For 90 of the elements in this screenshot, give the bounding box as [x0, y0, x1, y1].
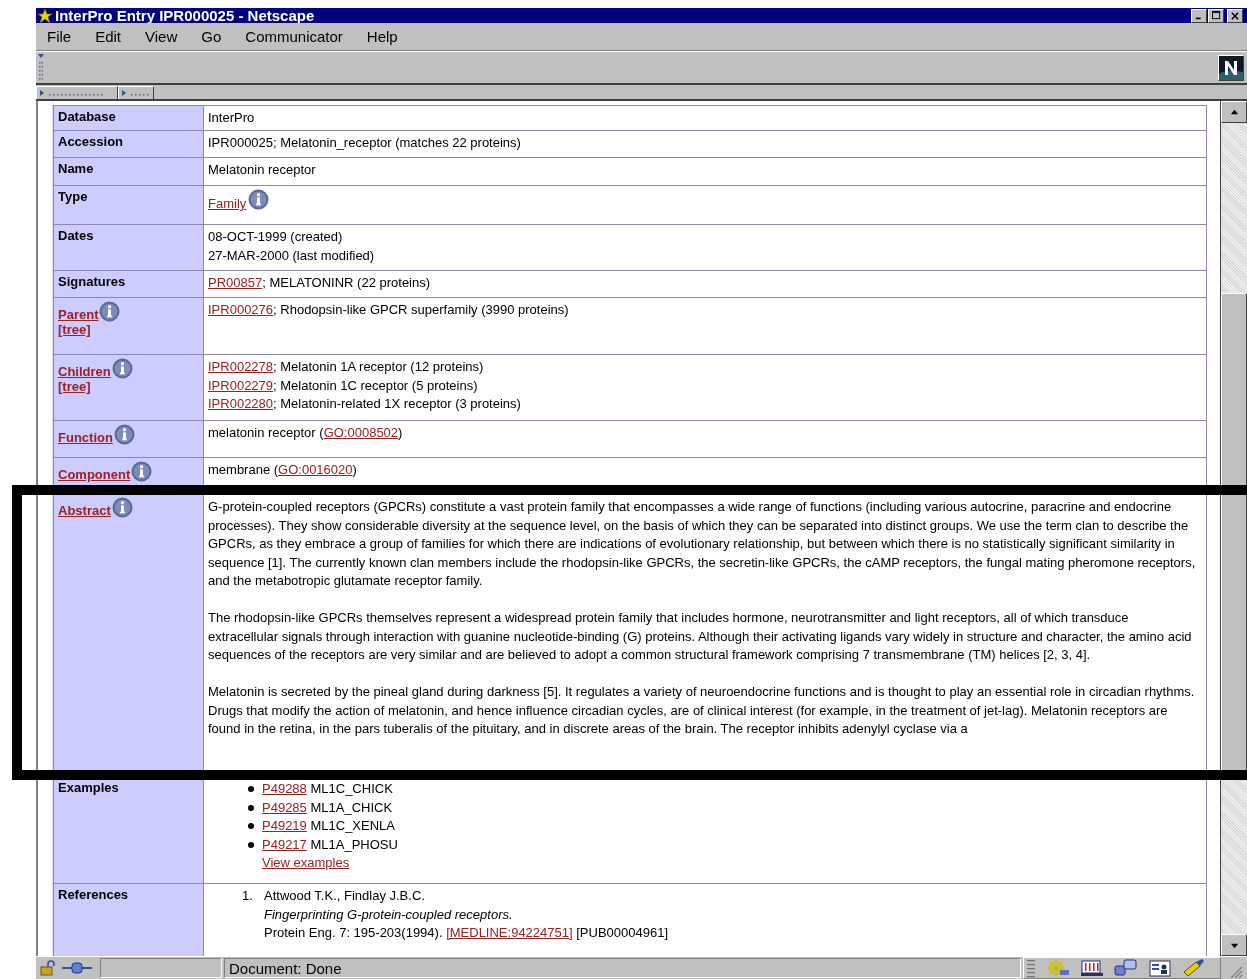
row-label: Accession [58, 134, 124, 149]
bullet-icon [248, 804, 254, 811]
address-card-icon[interactable] [1148, 958, 1172, 978]
close-button[interactable] [1227, 8, 1243, 23]
example-name: ML1A_PHOSU [310, 836, 398, 852]
value-text: ; Melatonin 1C receptor (5 proteins) [273, 377, 478, 393]
label-link[interactable]: Abstract [58, 503, 111, 518]
menu-item[interactable]: View [142, 28, 188, 45]
link[interactable]: GO:0008502 [323, 425, 399, 440]
vertical-scrollbar[interactable] [1220, 101, 1247, 956]
abstract-paragraph: The rhodopsin-like GPCRs themselves represent a widespread protein family that includes hormone, neurotransmitter and light receptors, all of which transduce extracellular signals through interaction with guanine nucleotide-binding (G) proteins. Although their activating ligands vary widely in structure and character, the amino acid sequences of the receptors are very similar and are believed to adopt a common structural framework comprising 7 transmembrane (TM) helices [2, 3, 4]. [208, 609, 1193, 664]
label-link[interactable]: Parent [58, 307, 99, 322]
link[interactable]: GO:0016020 [278, 462, 353, 477]
example-name: ML1C_CHICK [310, 781, 393, 796]
link[interactable]: P49288 [262, 781, 307, 796]
grip-icon[interactable] [1026, 958, 1036, 978]
reference-citation: Protein Eng. 7: 195-203(1994). [264, 925, 443, 940]
view-examples-link[interactable]: View examples [262, 855, 350, 870]
tree-link[interactable]: [tree] [58, 379, 91, 394]
info-icon[interactable] [111, 497, 133, 518]
maximize-button[interactable] [1208, 8, 1224, 23]
abstract-paragraph: Melatonin is secreted by the pineal gland during darkness [5]. It regulates a variety of neuroendocrine functions and is thought to play an essential role in circadian rhythms. Drugs that modify the action of melatonin, and hence influence circadian cycles, are of clinical interest (for example, in the treatment of jet-lag). Melatonin receptors are found in the retina, in the pars tuberalis of the pituitary, and in discrete areas of the brain. The receptor inhibits adenylyl cyclase via a [208, 683, 1196, 738]
toolbar-tab[interactable] [118, 86, 154, 99]
info-icon[interactable] [111, 358, 133, 379]
value-text: ; Melatonin 1A receptor (12 proteins) [273, 359, 484, 374]
value-text: membrane ( [208, 462, 279, 477]
row-label: Signatures [58, 274, 126, 289]
row-label: Examples [58, 780, 119, 795]
grip-icon[interactable] [38, 54, 44, 82]
info-icon[interactable] [113, 424, 135, 445]
scroll-up-button[interactable] [1221, 101, 1247, 123]
link[interactable]: [MEDLINE:94224751] [446, 925, 573, 940]
menu-item[interactable]: Edit [92, 28, 132, 45]
row-label: Dates [58, 228, 94, 243]
resize-grip-icon[interactable] [1229, 965, 1243, 979]
compass-icon[interactable] [1046, 958, 1070, 978]
close-icon [1231, 11, 1239, 20]
value-text: ; MELATONINR (22 proteins) [262, 275, 431, 290]
throbber-logo[interactable] [1218, 55, 1244, 81]
bullet-icon [248, 841, 254, 848]
info-icon[interactable] [248, 189, 270, 210]
chat-icon[interactable] [1114, 958, 1138, 978]
menu-item[interactable]: Go [198, 28, 232, 45]
label-link[interactable]: Children [58, 364, 111, 379]
example-name: ML1A_CHICK [310, 799, 393, 815]
connection-icon[interactable] [62, 960, 92, 976]
info-icon[interactable] [99, 301, 121, 322]
link[interactable]: P49217 [262, 836, 307, 852]
reference-id: [PUB00004961] [576, 925, 669, 940]
value-text: ) [352, 462, 357, 477]
scroll-down-button[interactable] [1221, 934, 1247, 956]
link[interactable]: Family [208, 196, 247, 211]
row-label: Type [58, 189, 88, 204]
label-link[interactable]: Component [58, 467, 131, 482]
value-text: melatonin receptor ( [208, 425, 324, 440]
abstract-paragraph: G-protein-coupled receptors (GPCRs) constitute a vast protein family that encompasses a wide range of functions (including various autocrine, paracrine and endocrine processes). They show considerable diversity at the sequence level, on the basis of which they can be separated into distinct groups. We use the term clan to describe the GPCRs, as they embrace a group of families for which there are indications of evolutionary relationship, but between which there is no statistically significant similarity in sequence [1]. The currently known clan members include the rhodopsin-like GPCRs, the secretin-like GPCRs, the cAMP receptors, the fungal mating pheromone receptors, and the metabotropic glutamate receptor family. [208, 498, 1197, 590]
toolbar-tab[interactable] [36, 86, 118, 99]
link[interactable]: P49219 [262, 818, 307, 833]
status-text: Document: Done [229, 959, 342, 977]
row-label: Database [58, 109, 116, 124]
row-label: References [58, 887, 129, 902]
label-link[interactable]: Function [58, 430, 113, 445]
reference-number: 1. [242, 887, 254, 905]
inbox-icon[interactable] [1080, 958, 1104, 978]
link[interactable]: P49285 [262, 799, 307, 815]
menu-item[interactable]: Help [363, 28, 408, 45]
value-text: ; Melatonin-related 1X receptor (3 proteins) [273, 396, 521, 411]
value-text: ) [398, 425, 403, 440]
value-text: ; Rhodopsin-like GPCR superfamily (3990 proteins) [273, 302, 569, 317]
star-icon [38, 8, 52, 23]
value-text: 08-OCT-1999 (created) [208, 229, 343, 244]
value-text: 27-MAR-2000 (last modified) [208, 247, 375, 263]
example-name: ML1C_XENLA [310, 818, 395, 833]
maximize-icon [1211, 11, 1221, 20]
menu-item[interactable]: Communicator [242, 28, 353, 45]
reference-authors: Attwood T.K., Findlay J.B.C. [264, 887, 426, 905]
tree-link[interactable]: [tree] [58, 322, 91, 337]
value-text: InterPro [208, 110, 255, 125]
menu-item[interactable]: File [44, 28, 82, 45]
pen-icon[interactable] [1182, 958, 1206, 978]
arrow-up-icon [1229, 107, 1239, 117]
bullet-icon [248, 823, 254, 829]
value-text: IPR000025; Melatonin_receptor (matches 22 proteins) [208, 135, 521, 150]
value-text: Melatonin receptor [208, 162, 316, 177]
minimize-button[interactable] [1191, 8, 1207, 23]
bullet-icon [248, 786, 254, 792]
lock-icon[interactable] [39, 960, 57, 976]
info-icon[interactable] [131, 461, 153, 482]
reference-title: Fingerprinting G-protein-coupled receptors. [264, 905, 514, 924]
row-label: Name [58, 161, 94, 176]
